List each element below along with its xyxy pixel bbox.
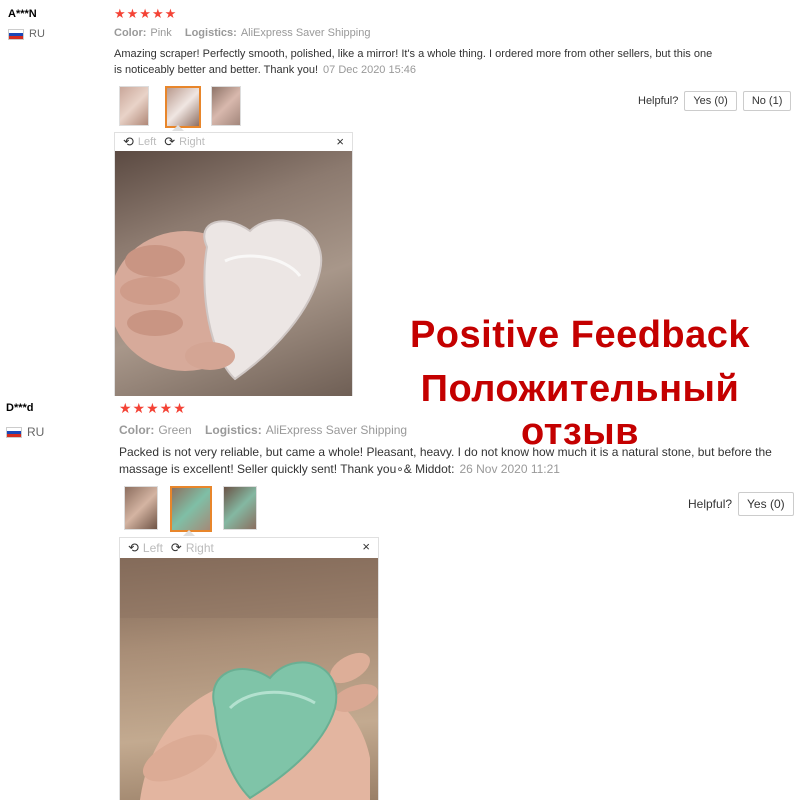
review-photo-thumb[interactable] xyxy=(119,86,149,126)
logistics-label: Logistics: xyxy=(184,27,237,39)
review-photo-thumb[interactable] xyxy=(124,486,158,530)
rotate-left-label[interactable]: Left xyxy=(143,541,163,555)
helpful-yes-button[interactable]: Yes (0) xyxy=(684,91,737,111)
star-rating: ★★★★★ xyxy=(114,6,178,21)
color-label: Color: xyxy=(114,27,147,39)
review-photo-thumb[interactable] xyxy=(211,86,241,126)
rotate-right-icon[interactable]: ⟳ xyxy=(171,540,182,556)
logistics-value: AliExpress Saver Shipping xyxy=(265,423,408,437)
russia-flag-icon xyxy=(6,426,22,438)
rotate-left-icon[interactable]: ⟲ xyxy=(128,540,139,556)
viewer-toolbar: ⟲ Left ⟳ Right × xyxy=(115,133,352,150)
order-meta: Color: Pink Logistics: AliExpress Saver Sh… xyxy=(114,27,380,39)
russia-flag-icon xyxy=(8,28,24,40)
rotate-right-label[interactable]: Right xyxy=(179,136,205,148)
review-photo-thumb-selected[interactable] xyxy=(165,86,201,128)
review-photo-thumb[interactable] xyxy=(223,486,257,530)
review-text-block: Packed is not very reliable, but came a … xyxy=(119,444,789,478)
rotate-right-icon[interactable]: ⟳ xyxy=(164,134,175,150)
rotate-right-label[interactable]: Right xyxy=(186,541,214,555)
overlay-title-ru: Положительный отзыв xyxy=(420,368,740,453)
country-code: RU xyxy=(27,425,45,439)
review-text: Packed is not very reliable, but came a … xyxy=(119,445,772,476)
hand-holding-pink-scraper xyxy=(115,219,323,381)
overlay-title-en: Positive Feedback xyxy=(409,314,751,356)
review-date: 07 Dec 2020 15:46 xyxy=(323,64,417,76)
review-text-block: Amazing scraper! Perfectly smooth, polis… xyxy=(114,46,714,78)
close-icon[interactable]: × xyxy=(362,539,370,554)
review-date: 26 Nov 2020 11:21 xyxy=(459,462,560,476)
color-value: Green xyxy=(158,423,192,437)
photo-viewer: ⟲ Left ⟳ Right × xyxy=(114,132,353,396)
color-value: Pink xyxy=(150,27,172,39)
hand-holding-green-scraper xyxy=(120,558,378,800)
viewer-toolbar: ⟲ Left ⟳ Right × xyxy=(120,538,378,557)
rotate-left-label[interactable]: Left xyxy=(138,136,156,148)
reviewer-country: RU xyxy=(6,425,44,439)
logistics-value: AliExpress Saver Shipping xyxy=(240,27,371,39)
logistics-label: Logistics: xyxy=(205,423,262,437)
reviewer-name: A***N xyxy=(8,8,37,20)
review-photo-thumb-selected[interactable] xyxy=(170,486,212,532)
helpful-section: Helpful? Yes (0) No (1) xyxy=(638,91,792,111)
photo-viewer: ⟲ Left ⟳ Right × xyxy=(119,537,379,800)
viewer-pointer xyxy=(183,530,195,536)
helpful-section: Helpful? Yes (0) xyxy=(688,492,794,516)
helpful-no-button[interactable]: No (1) xyxy=(742,91,792,111)
order-meta: Color: Green Logistics: AliExpress Saver S… xyxy=(119,423,417,437)
helpful-label: Helpful? xyxy=(688,497,733,511)
helpful-yes-button[interactable]: Yes (0) xyxy=(738,492,794,516)
review-photo-large xyxy=(120,558,378,800)
review-photo-large xyxy=(115,151,352,396)
helpful-label: Helpful? xyxy=(638,95,679,107)
reviewer-country: RU xyxy=(8,28,45,40)
reviewer-name: D***d xyxy=(6,402,34,414)
viewer-pointer xyxy=(172,125,184,131)
star-rating: ★★★★★ xyxy=(119,400,187,416)
close-icon[interactable]: × xyxy=(336,134,344,149)
color-label: Color: xyxy=(119,423,155,437)
rotate-left-icon[interactable]: ⟲ xyxy=(123,134,134,150)
country-code: RU xyxy=(29,28,45,40)
